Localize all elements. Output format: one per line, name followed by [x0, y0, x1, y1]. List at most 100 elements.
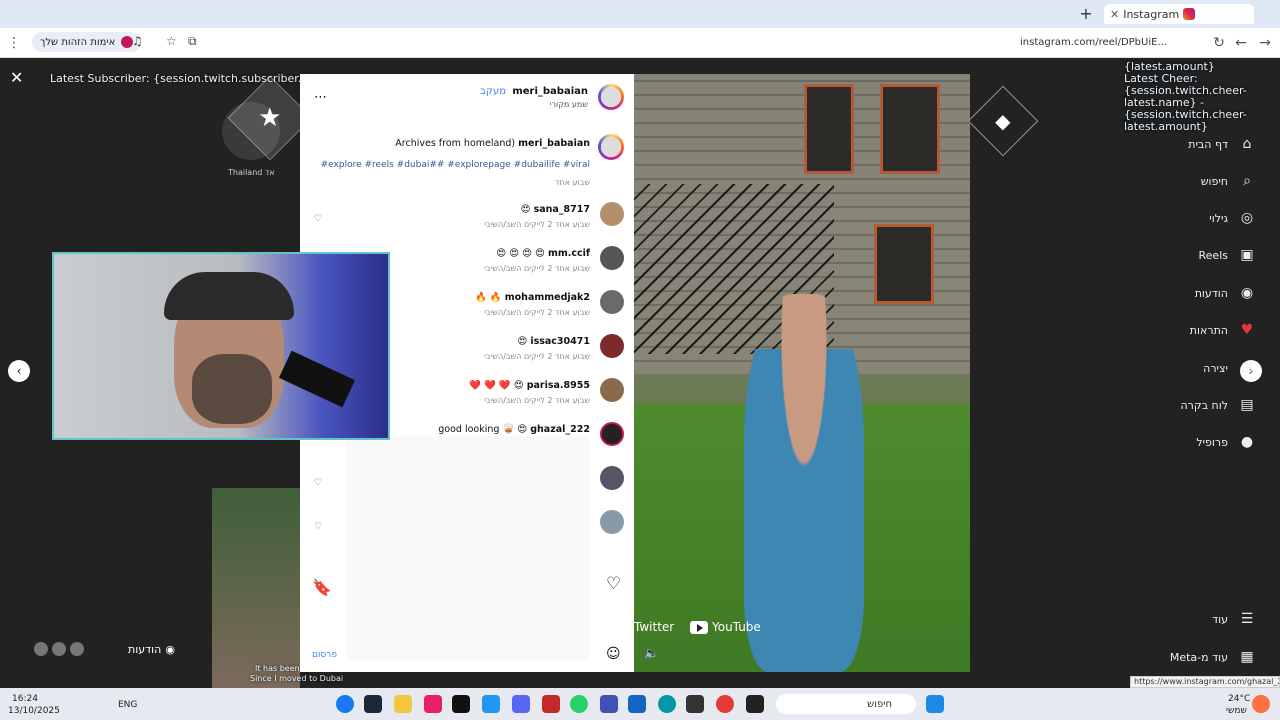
calculator-icon[interactable]	[600, 695, 618, 713]
avatar-icon: ●	[1240, 434, 1254, 450]
clock-date: 13/10/2025	[8, 706, 60, 716]
url-field[interactable]: instagram.com/reel/DPbUiE...	[1020, 34, 1180, 52]
comment-meta: שבוע אחד 2 לייקים השב/השיבי	[484, 396, 590, 405]
messages-bubble[interactable]: הודעות ◉	[34, 640, 175, 658]
nav-create[interactable]: יצירה ⊞	[1156, 357, 1256, 379]
follow-button[interactable]: מעקב	[480, 86, 506, 97]
facebook-icon[interactable]	[336, 695, 354, 713]
avatar[interactable]	[600, 202, 624, 226]
steam-icon[interactable]	[364, 695, 382, 713]
tiktok-icon[interactable]	[452, 695, 470, 713]
edge-icon[interactable]	[658, 695, 676, 713]
messenger-icon: ◉	[165, 642, 175, 656]
nav-home[interactable]: דף הבית ⌂	[1156, 133, 1256, 155]
youtube-icon	[690, 620, 708, 634]
identity-verification-button[interactable]: אימות הזהות שלך	[32, 32, 142, 52]
avatar	[34, 642, 48, 656]
loading-card	[346, 436, 590, 660]
windows-start-icon[interactable]	[926, 695, 944, 713]
audio-subtitle[interactable]: שמע מקורי	[550, 100, 588, 109]
sound-icon[interactable]: 🔈	[644, 646, 659, 660]
post-author[interactable]: meri_babaian	[512, 86, 588, 97]
menu-dots-icon[interactable]: ⋮	[5, 34, 23, 52]
nav-notifications[interactable]: התראות ♥	[1156, 319, 1256, 341]
whatsapp-icon[interactable]	[570, 695, 588, 713]
nav-search[interactable]: חיפוש ⌕	[1156, 170, 1256, 192]
like-comment-icon[interactable]: ♡	[314, 478, 322, 488]
profile-country-label: Thailand אד	[228, 168, 275, 177]
store-icon[interactable]	[628, 695, 646, 713]
close-tab-icon[interactable]: ✕	[1110, 8, 1119, 21]
close-modal-icon[interactable]: ✕	[10, 68, 23, 87]
nav-profile[interactable]: פרופיל ●	[1156, 431, 1256, 453]
more-options-icon[interactable]: ⋯	[314, 90, 327, 105]
tab-title: Instagram	[1123, 7, 1180, 21]
avatar[interactable]	[600, 290, 624, 314]
tiktok-pink-icon[interactable]	[424, 695, 442, 713]
language-indicator[interactable]: ENG	[118, 700, 137, 710]
video-window	[874, 224, 934, 304]
forward-icon[interactable]: ←	[1232, 34, 1250, 52]
caption-it-has-been: It has been	[255, 664, 300, 673]
comment-text: ❤️ ❤️ ❤️ 😍 parisa.8955	[469, 380, 590, 391]
comment-text: 😍 sana_8717	[520, 204, 590, 215]
previous-post-button[interactable]: ‹	[8, 360, 30, 382]
nav-dashboard[interactable]: לוח בקרה ▤	[1156, 394, 1256, 416]
caption-avatar[interactable]	[598, 134, 624, 160]
tab-search-icon[interactable]: ⧉	[188, 34, 197, 49]
playlist-icon[interactable]: ♫	[132, 34, 143, 48]
nav-messages[interactable]: הודעות ◉	[1156, 282, 1256, 304]
video-window	[880, 84, 940, 174]
messenger-icon: ◉	[1240, 285, 1254, 301]
chart-icon: ▤	[1240, 397, 1254, 413]
caption-since-moved: Since I moved to Dubai	[250, 674, 344, 683]
save-bookmark-icon[interactable]: 🔖	[312, 578, 332, 597]
avatar[interactable]	[600, 510, 624, 534]
video-window	[804, 84, 854, 174]
compass-icon: ◎	[1240, 210, 1254, 226]
comment-text: 🔥 🔥 mohammedjak2	[475, 292, 590, 303]
search-icon: ⌕	[1243, 173, 1251, 189]
browser-icon[interactable]	[482, 695, 500, 713]
star-bookmark-icon[interactable]: ☆	[166, 34, 177, 48]
like-comment-icon[interactable]: ♡	[314, 522, 322, 532]
avatar	[52, 642, 66, 656]
discord-icon[interactable]	[512, 695, 530, 713]
nav-explore[interactable]: גילוי ◎	[1156, 207, 1256, 229]
like-post-icon[interactable]: ♡	[606, 574, 621, 594]
avatar[interactable]	[600, 466, 624, 490]
author-avatar[interactable]	[598, 84, 624, 110]
avatar[interactable]	[600, 378, 624, 402]
nav-more[interactable]: עוד ☰	[1156, 608, 1256, 630]
chrome-icon[interactable]	[716, 695, 734, 713]
like-comment-icon[interactable]: ♡	[314, 214, 322, 224]
avatar[interactable]	[600, 334, 624, 358]
avatar[interactable]	[600, 246, 624, 270]
weather-icon[interactable]	[1252, 695, 1270, 713]
terminal-icon[interactable]	[746, 695, 764, 713]
post-header: ⋯ meri_babaian מעקב שמע מקורי	[304, 84, 624, 114]
tab-instagram[interactable]: ✕ Instagram	[1104, 4, 1254, 24]
reels-icon: ▣	[1240, 247, 1254, 263]
taskbar-search[interactable]: חיפוש	[776, 694, 916, 714]
acrobat-icon[interactable]	[542, 695, 560, 713]
comment-row: 😍 sana_8717 שבוע אחד 2 לייקים השב/השיבי …	[304, 202, 624, 242]
nav-reels[interactable]: Reels ▣	[1156, 244, 1256, 266]
emoji-icon[interactable]: ☺	[606, 646, 621, 662]
avatar[interactable]	[600, 422, 624, 446]
nav-meta[interactable]: Meta-עוד מ ▦	[1156, 646, 1256, 668]
home-icon: ⌂	[1242, 136, 1252, 152]
reload-icon[interactable]: ↻	[1210, 34, 1228, 52]
obs-icon[interactable]	[686, 695, 704, 713]
youtube-label: YouTube	[690, 620, 761, 634]
post-hashtags[interactable]: #explore #reels #dubai## #explorepage #d…	[321, 160, 590, 170]
reel-video[interactable]: 🔈	[634, 74, 970, 672]
back-icon[interactable]: →	[1256, 34, 1274, 52]
new-tab-button[interactable]: +	[1078, 4, 1094, 23]
plus-icon: ⊞	[1241, 360, 1253, 376]
publish-button[interactable]: פרסום	[312, 650, 337, 660]
instagram-icon	[1183, 8, 1196, 20]
menu-icon: ☰	[1240, 611, 1254, 627]
file-explorer-icon[interactable]	[394, 695, 412, 713]
clock-time: 16:24	[12, 694, 38, 704]
